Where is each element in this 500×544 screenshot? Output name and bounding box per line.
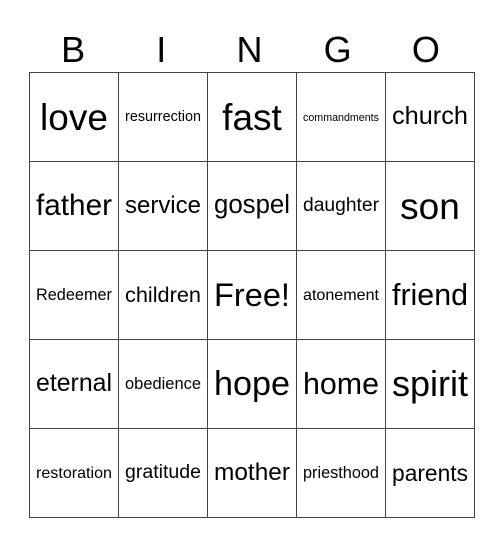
cell-word: commandments	[303, 112, 379, 124]
bingo-cell[interactable]: spirit	[385, 339, 475, 429]
bingo-cell[interactable]: Redeemer	[29, 250, 119, 340]
bingo-cell[interactable]: eternal	[29, 339, 119, 429]
cell-word: service	[125, 192, 201, 219]
header-letter-n: N	[236, 29, 263, 70]
cell-word: daughter	[303, 195, 379, 217]
free-space-cell[interactable]: Free!	[207, 250, 297, 340]
bingo-cell[interactable]: love	[29, 72, 119, 162]
cell-word: priesthood	[303, 463, 379, 482]
board-row: Redeemer children Free! atonement friend	[29, 250, 475, 340]
bingo-cell[interactable]: hope	[207, 339, 297, 429]
board-row: love resurrection fast commandments chur…	[29, 72, 475, 162]
cell-word: gospel	[214, 191, 290, 220]
bingo-cell[interactable]: fast	[207, 72, 297, 162]
bingo-cell[interactable]: resurrection	[118, 72, 208, 162]
cell-word: resurrection	[125, 109, 201, 125]
bingo-board: love resurrection fast commandments chur…	[29, 72, 475, 518]
bingo-cell[interactable]: daughter	[296, 161, 386, 251]
bingo-cell[interactable]: mother	[207, 428, 297, 518]
cell-word: mother	[214, 458, 290, 486]
cell-word: parents	[392, 459, 468, 486]
bingo-cell[interactable]: priesthood	[296, 428, 386, 518]
cell-word: eternal	[36, 369, 112, 397]
bingo-cell[interactable]: home	[296, 339, 386, 429]
cell-word: gratitude	[125, 461, 201, 484]
cell-word: children	[125, 282, 201, 307]
bingo-cell[interactable]: friend	[385, 250, 475, 340]
bingo-cell[interactable]: commandments	[296, 72, 386, 162]
bingo-cell[interactable]: children	[118, 250, 208, 340]
cell-word: home	[303, 366, 379, 401]
bingo-cell[interactable]: parents	[385, 428, 475, 518]
header-letter-g: G	[323, 29, 352, 70]
cell-word: spirit	[391, 363, 468, 404]
header-letter-o: O	[411, 29, 440, 70]
bingo-cell[interactable]: father	[29, 161, 119, 251]
cell-word: father	[36, 189, 112, 223]
header-letter-b: B	[61, 29, 86, 70]
bingo-cell[interactable]: church	[385, 72, 475, 162]
cell-word: atonement	[303, 285, 379, 304]
bingo-cell[interactable]: gratitude	[118, 428, 208, 518]
bingo-cell[interactable]: restoration	[29, 428, 119, 518]
cell-word: hope	[214, 364, 290, 403]
bingo-cell[interactable]: service	[118, 161, 208, 251]
board-row: father service gospel daughter son	[29, 161, 475, 251]
cell-word: Redeemer	[36, 285, 112, 304]
cell-word: church	[392, 102, 468, 131]
cell-word: friend	[392, 277, 468, 312]
header-letter-i: I	[156, 29, 167, 70]
board-row: restoration gratitude mother priesthood …	[29, 428, 475, 518]
cell-word: obedience	[125, 374, 201, 393]
free-space-label: Free!	[214, 276, 290, 313]
cell-word: restoration	[36, 463, 112, 482]
cell-word: love	[40, 96, 108, 138]
bingo-cell[interactable]: gospel	[207, 161, 297, 251]
bingo-cell[interactable]: obedience	[118, 339, 208, 429]
bingo-cell[interactable]: atonement	[296, 250, 386, 340]
bingo-header: B I N G O	[29, 29, 470, 71]
cell-word: fast	[222, 96, 282, 138]
bingo-cell[interactable]: son	[385, 161, 475, 251]
board-row: eternal obedience hope home spirit	[29, 339, 475, 429]
cell-word: son	[400, 185, 460, 227]
